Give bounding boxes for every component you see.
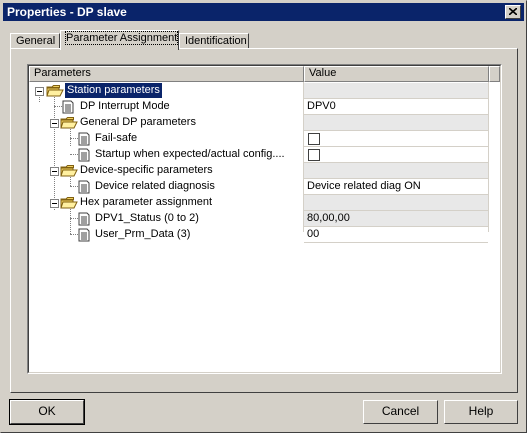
- tree-label: Device related diagnosis: [95, 180, 215, 192]
- parameter-doc-icon: [78, 212, 90, 226]
- tree-row-station-parameters[interactable]: Station parameters: [29, 82, 500, 99]
- tree-row-dpv1-status[interactable]: DPV1_Status (0 to 2) 80,00,00: [29, 211, 500, 227]
- startup-config-checkbox[interactable]: [308, 149, 320, 161]
- tree-label: Hex parameter assignment: [80, 196, 213, 208]
- value-cell[interactable]: 00: [304, 227, 488, 243]
- parameter-doc-icon: [78, 148, 90, 162]
- parameter-doc-icon: [78, 228, 90, 242]
- title-bar[interactable]: Properties - DP slave: [3, 3, 524, 21]
- parameter-doc-icon: [78, 132, 90, 146]
- tree-label: DP Interrupt Mode: [80, 100, 170, 112]
- tab-general[interactable]: General: [10, 33, 60, 49]
- column-separator: [303, 82, 304, 232]
- column-header-value[interactable]: Value: [304, 66, 489, 82]
- properties-dialog: Properties - DP slave General Parameter …: [0, 0, 527, 433]
- tab-parameter-assignment-label: Parameter Assignment: [64, 31, 179, 45]
- tree-row-general-dp-parameters[interactable]: General DP parameters: [29, 115, 500, 131]
- tab-identification-label: Identification: [185, 35, 247, 47]
- tree-label: Fail-safe: [95, 132, 138, 144]
- fail-safe-checkbox[interactable]: [308, 133, 320, 145]
- parameter-doc-icon: [78, 180, 90, 194]
- value-cell[interactable]: DPV0: [304, 99, 488, 115]
- column-separator: [488, 82, 489, 232]
- value-cell: [304, 83, 488, 99]
- value-cell: [304, 131, 488, 147]
- tree-row-user-prm-data[interactable]: User_Prm_Data (3) 00: [29, 227, 500, 243]
- tree-row-hex-parameter-assignment[interactable]: Hex parameter assignment: [29, 195, 500, 211]
- folder-open-icon: [60, 165, 78, 177]
- collapse-icon[interactable]: [35, 87, 44, 96]
- tree-row-device-related-diagnosis[interactable]: Device related diagnosis Device related …: [29, 179, 500, 195]
- grid-body: Parameters Value Station parameters DP I…: [28, 65, 501, 373]
- grid-header: Parameters Value: [29, 66, 500, 82]
- collapse-icon[interactable]: [50, 167, 59, 176]
- value-cell: [304, 195, 488, 211]
- column-header-filler: [489, 66, 500, 82]
- value-cell[interactable]: Device related diag ON: [304, 179, 488, 195]
- tree-row-fail-safe[interactable]: Fail-safe: [29, 131, 500, 147]
- folder-open-icon: [60, 197, 78, 209]
- folder-open-icon: [60, 117, 78, 129]
- value-cell: [304, 163, 488, 179]
- tree-row-dp-interrupt-mode[interactable]: DP Interrupt Mode DPV0: [29, 99, 500, 115]
- tree-row-startup-config[interactable]: Startup when expected/actual config....: [29, 147, 500, 163]
- tab-parameter-assignment[interactable]: Parameter Assignment: [60, 30, 179, 50]
- column-header-parameters[interactable]: Parameters: [29, 66, 304, 82]
- tree-label: User_Prm_Data (3): [95, 228, 191, 240]
- tab-general-label: General: [16, 35, 56, 47]
- tree-label: DPV1_Status (0 to 2): [95, 212, 199, 224]
- folder-open-icon: [46, 85, 64, 97]
- cancel-button[interactable]: Cancel: [363, 400, 438, 424]
- parameter-doc-icon: [62, 100, 74, 114]
- value-cell: [304, 115, 488, 131]
- close-button[interactable]: [505, 5, 521, 19]
- value-cell[interactable]: 80,00,00: [304, 211, 488, 227]
- close-icon: [509, 8, 517, 15]
- tab-identification[interactable]: Identification: [179, 33, 249, 49]
- collapse-icon[interactable]: [50, 119, 59, 128]
- tree-label: Station parameters: [64, 82, 163, 99]
- tree-label: General DP parameters: [80, 116, 196, 128]
- tree-label: Device-specific parameters: [80, 164, 213, 176]
- ok-button[interactable]: OK: [9, 399, 85, 425]
- collapse-icon[interactable]: [50, 199, 59, 208]
- parameter-grid[interactable]: Parameters Value Station parameters DP I…: [27, 64, 502, 374]
- help-button[interactable]: Help: [444, 400, 518, 424]
- value-cell: [304, 147, 488, 163]
- tree-row-device-specific-parameters[interactable]: Device-specific parameters: [29, 163, 500, 179]
- tree-label: Startup when expected/actual config....: [95, 148, 285, 160]
- window-title: Properties - DP slave: [7, 5, 127, 19]
